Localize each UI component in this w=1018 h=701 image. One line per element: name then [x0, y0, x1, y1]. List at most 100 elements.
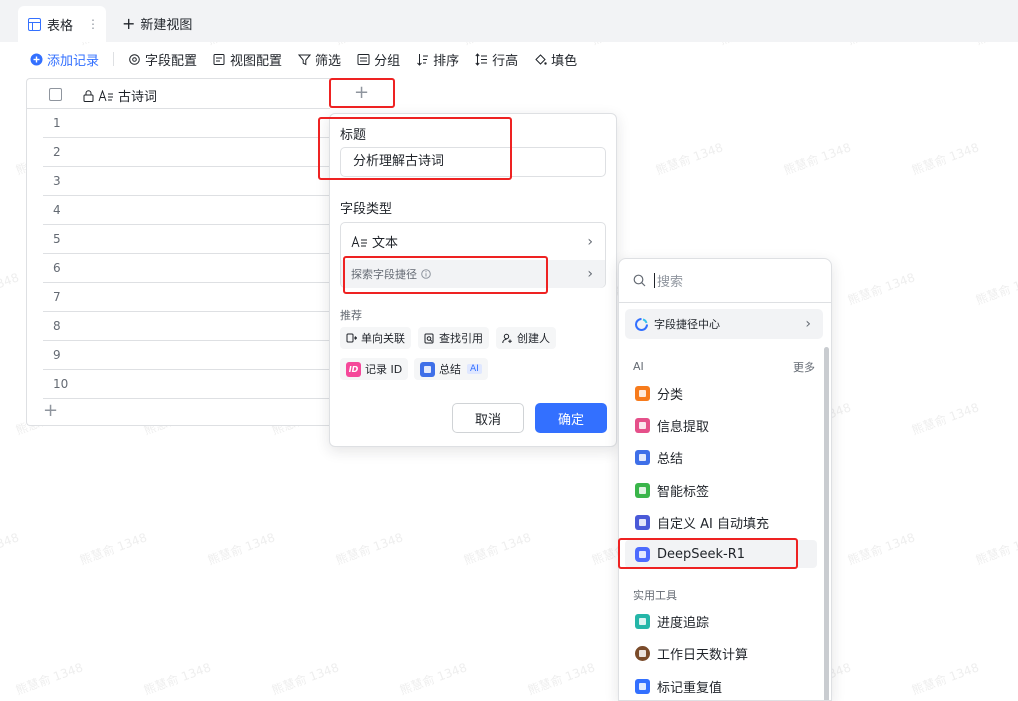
grid-rows: 1 2 3 4 5 6 7 8 9 10 — [27, 109, 330, 399]
menu-item-summary[interactable]: 总结 — [625, 443, 817, 471]
table-row[interactable]: 3 — [43, 167, 330, 196]
chip-creator[interactable]: 创建人 — [496, 327, 556, 349]
column-header-gushici[interactable]: 古诗词 — [83, 86, 157, 105]
menu-item-mark-duplicates[interactable]: 标记重复值 — [625, 672, 817, 700]
watermark-text: 熊慧俞 1348 — [525, 660, 597, 698]
text-caret — [654, 273, 655, 288]
cancel-button[interactable]: 取消 — [452, 403, 524, 433]
select-all-checkbox[interactable] — [49, 88, 62, 101]
add-row-button[interactable]: + — [43, 400, 58, 421]
menu-item-classify[interactable]: 分类 — [625, 379, 817, 407]
row-number: 9 — [53, 348, 61, 362]
explore-shortcut-item[interactable]: 探索字段捷径 › — [341, 260, 605, 288]
table-row[interactable]: 1 — [43, 109, 330, 138]
group-label: 分组 — [374, 53, 401, 69]
table-row[interactable]: 2 — [43, 138, 330, 167]
ai-section-label: AI — [633, 360, 644, 373]
table-icon — [28, 17, 41, 31]
row-height-button[interactable]: 行高 — [475, 50, 518, 69]
chip-label: 总结 — [439, 363, 461, 376]
sort-icon — [417, 53, 429, 66]
field-config-button[interactable]: 字段配置 — [128, 50, 197, 69]
menu-item-info-extract[interactable]: 信息提取 — [625, 411, 817, 439]
menu-item-smart-tag[interactable]: 智能标签 — [625, 476, 817, 504]
lookup-icon — [424, 333, 434, 343]
watermark-text: 熊慧俞 1348 — [397, 660, 469, 698]
watermark-text: 熊慧俞 1348 — [205, 530, 277, 568]
toolbar: 添加记录 字段配置 视图配置 筛选 分组 排序 行高 填色 — [0, 42, 1018, 76]
menu-scrollbar[interactable] — [824, 347, 829, 700]
menu-item-custom-ai-autofill[interactable]: 自定义 AI 自动填充 — [625, 508, 817, 536]
shortcut-search-input[interactable]: 搜索 — [619, 259, 831, 303]
confirm-button[interactable]: 确定 — [535, 403, 607, 433]
group-button[interactable]: 分组 — [357, 50, 400, 69]
menu-item-label: 进度追踪 — [657, 615, 710, 631]
table-row[interactable]: 9 — [43, 341, 330, 370]
menu-item-workday-calc[interactable]: 工作日天数计算 — [625, 639, 817, 667]
filter-button[interactable]: 筛选 — [298, 50, 341, 69]
chip-record-id[interactable]: ID 记录 ID — [340, 358, 409, 380]
search-icon — [633, 274, 646, 287]
sparkle-icon — [635, 514, 650, 530]
paint-bucket-icon — [535, 53, 547, 65]
menu-item-progress-tracking[interactable]: 进度追踪 — [625, 607, 817, 635]
watermark-text: 熊慧俞 1348 — [845, 530, 917, 568]
menu-item-label: 自定义 AI 自动填充 — [657, 516, 769, 532]
view-config-button[interactable]: 视图配置 — [213, 50, 282, 69]
view-settings-icon — [213, 53, 225, 65]
gear-icon — [129, 53, 140, 65]
table-row[interactable]: 6 — [43, 254, 330, 283]
fill-color-button[interactable]: 填色 — [534, 50, 577, 69]
add-field-panel: 标题 分析理解古诗词 字段类型 文本 › 探索字段捷径 › 推荐 单向关联 查找… — [329, 113, 617, 447]
watermark-text: 熊慧俞 1348 — [909, 140, 981, 178]
tab-table[interactable]: 表格 ⋮ — [18, 6, 106, 42]
chip-label: 单向关联 — [361, 332, 405, 345]
row-height-icon — [475, 52, 488, 66]
lock-icon — [83, 89, 94, 102]
filter-label: 筛选 — [315, 53, 342, 69]
table-row[interactable]: 4 — [43, 196, 330, 225]
chevron-right-icon: › — [587, 266, 593, 282]
table-row[interactable]: 5 — [43, 225, 330, 254]
more-link[interactable]: 更多 — [793, 359, 815, 375]
add-record-label: 添加记录 — [47, 53, 100, 69]
shortcut-center-item[interactable]: 字段捷径中心 › — [625, 309, 823, 339]
chip-label: 记录 ID — [365, 363, 403, 376]
table-row[interactable]: 10 — [43, 370, 330, 399]
row-number: 10 — [53, 377, 69, 391]
new-view-button[interactable]: + 新建视图 — [122, 14, 192, 33]
watermark-text: 熊慧俞 1348 — [845, 270, 917, 308]
shortcut-center-label: 字段捷径中心 — [654, 318, 720, 331]
add-record-button[interactable]: 添加记录 — [30, 50, 99, 69]
info-extract-icon — [635, 417, 650, 433]
watermark-text: 熊慧俞 1348 — [973, 270, 1018, 308]
table-row[interactable]: 7 — [43, 283, 330, 312]
chip-label: 创建人 — [517, 332, 550, 345]
text-field-icon — [98, 89, 113, 101]
toolbar-divider — [113, 52, 115, 66]
chip-summary[interactable]: 总结 AI — [414, 358, 488, 380]
field-type-value: 文本 — [372, 236, 399, 251]
text-field-icon — [351, 235, 367, 247]
chip-one-way-link[interactable]: 单向关联 — [340, 327, 411, 349]
plus-icon: + — [122, 13, 136, 33]
menu-item-deepseek-r1[interactable]: DeepSeek-R1 — [625, 540, 817, 568]
field-title-input[interactable]: 分析理解古诗词 — [340, 147, 606, 177]
chevron-right-icon: › — [587, 233, 593, 250]
sort-button[interactable]: 排序 — [416, 50, 459, 69]
add-column-button[interactable]: + — [330, 78, 393, 108]
chip-lookup[interactable]: 查找引用 — [418, 327, 489, 349]
watermark-text: 熊慧俞 1348 — [0, 530, 21, 567]
field-shortcut-menu: 搜索 字段捷径中心 › AI 更多 分类 信息提取 总结 智能标签 自定义 AI… — [618, 258, 832, 701]
tab-more-icon[interactable]: ⋮ — [87, 17, 99, 31]
person-plus-icon — [502, 333, 512, 343]
field-type-dropdown[interactable]: 文本 › — [341, 223, 605, 260]
row-number: 5 — [53, 232, 61, 246]
row-height-label: 行高 — [492, 53, 519, 69]
watermark-text: 熊慧俞 1348 — [77, 530, 149, 568]
menu-item-label: DeepSeek-R1 — [657, 546, 746, 562]
table-row[interactable]: 8 — [43, 312, 330, 341]
view-tab-bar: 表格 ⋮ + 新建视图 — [0, 0, 1018, 42]
watermark-text: 熊慧俞 1348 — [909, 660, 981, 698]
menu-item-label: 总结 — [657, 451, 684, 467]
